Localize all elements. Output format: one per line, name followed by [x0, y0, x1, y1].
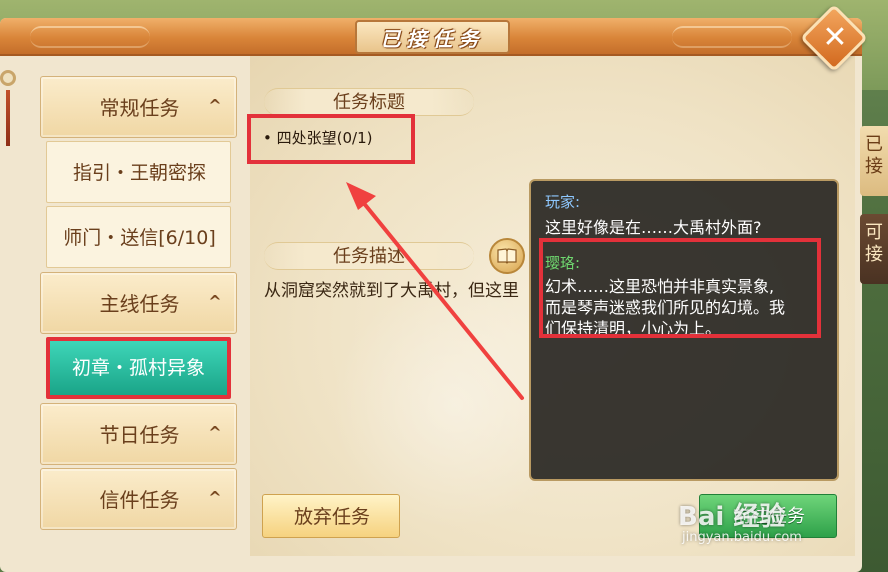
title-bar: 已接任务 — [0, 18, 862, 56]
dialogue-line: 这里好像是在……大禹村外面? — [545, 218, 762, 237]
category-mail[interactable]: 信件任务 ^ — [40, 468, 237, 530]
quest-item-label: 初章・孤村异象 — [71, 357, 205, 379]
quest-title-header: 任务标题 — [264, 88, 474, 116]
section-label: 任务描述 — [333, 246, 405, 267]
watermark-sub: jingyan.baidu.com — [682, 530, 802, 545]
tab-accepted[interactable]: 已接 — [860, 126, 888, 196]
quest-objective[interactable]: • 四处张望(0/1) — [247, 114, 415, 164]
quest-item-label: 指引・王朝密探 — [72, 162, 206, 184]
quest-category-list: 常规任务 ^ 指引・王朝密探 师门・送信[6/10] 主线任务 ^ 初章・孤村异… — [30, 58, 250, 548]
chevron-up-icon: ^ — [208, 423, 222, 442]
chevron-up-icon: ^ — [208, 292, 222, 311]
quest-objective-label: • 四处张望(0/1) — [263, 129, 373, 147]
tab-label: 可接 — [865, 222, 883, 265]
quest-item-label: 师门・送信[6/10] — [63, 227, 216, 249]
button-label: 放弃任务 — [293, 506, 370, 528]
watermark-main: Bai 经验 — [678, 502, 786, 532]
category-regular[interactable]: 常规任务 ^ — [40, 76, 237, 138]
quest-description: 从洞窟突然就到了大禹村，但这里 — [264, 281, 519, 301]
quest-item-guide[interactable]: 指引・王朝密探 — [46, 141, 231, 203]
window-title: 已接任务 — [380, 26, 485, 51]
quest-item-sect[interactable]: 师门・送信[6/10] — [46, 206, 231, 268]
chevron-up-icon: ^ — [208, 96, 222, 115]
title-plate: 已接任务 — [355, 20, 510, 54]
quest-desc-header: 任务描述 — [264, 242, 474, 270]
quest-objective-text: 四处张望(0/1) — [276, 129, 373, 147]
chevron-up-icon: ^ — [208, 488, 222, 507]
title-ornament-right — [672, 26, 792, 48]
book-icon[interactable] — [489, 238, 525, 274]
tab-label: 已接 — [865, 134, 883, 177]
section-label: 任务标题 — [333, 92, 405, 113]
abandon-quest-button[interactable]: 放弃任务 — [262, 494, 400, 538]
speaker-player: 玩家: — [545, 193, 581, 211]
category-festival[interactable]: 节日任务 ^ — [40, 403, 237, 465]
close-icon[interactable]: ✕ — [820, 20, 850, 56]
category-main[interactable]: 主线任务 ^ — [40, 272, 237, 334]
dialogue-highlight-box — [539, 238, 821, 338]
baidu-watermark: Bai 经验 jingyan.baidu.com — [678, 494, 848, 554]
tab-available[interactable]: 可接 — [860, 214, 888, 284]
quest-item-chapter-one[interactable]: 初章・孤村异象 — [46, 337, 231, 399]
title-ornament-left — [30, 26, 150, 48]
jade-pendant-icon — [0, 70, 16, 150]
